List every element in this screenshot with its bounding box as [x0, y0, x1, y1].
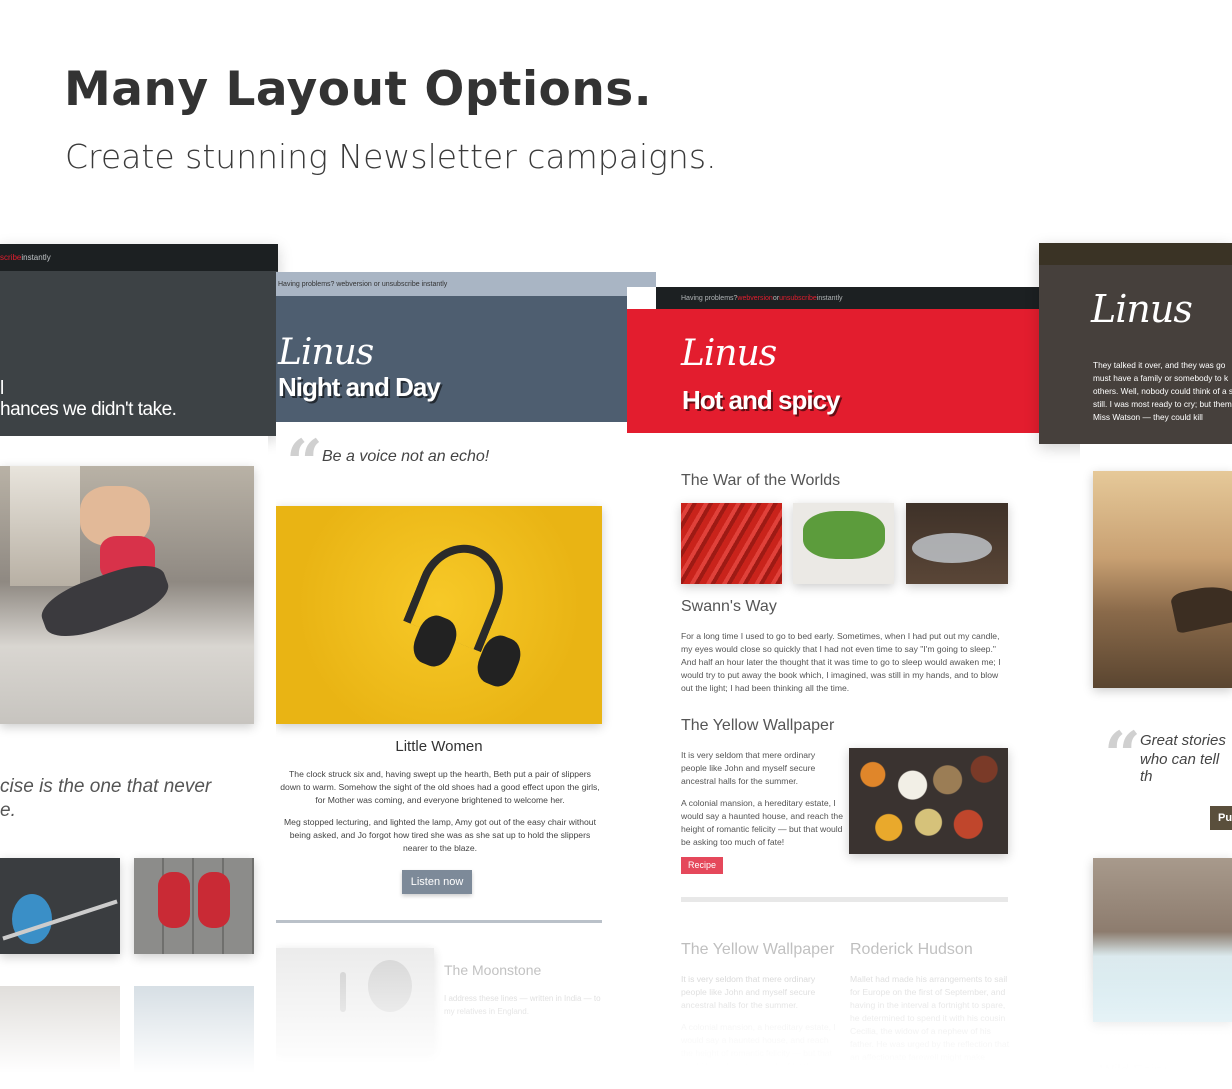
brown-quote-line2: who can tell th	[1140, 751, 1220, 785]
glove-left	[158, 872, 190, 928]
article-paragraph-2: Meg stopped lecturing, and lighted the l…	[284, 817, 596, 853]
singer-head	[368, 960, 412, 1012]
col1-title: The Yellow Wallpaper	[681, 941, 835, 958]
glove-right	[198, 872, 230, 928]
spicy-title: Hot and spicy	[682, 385, 840, 415]
moonstone-title: The Moonstone	[444, 962, 542, 978]
brown-quote-line1: Great stories	[1140, 732, 1226, 749]
wild-fairy-title: Wild Fairy	[1100, 1062, 1167, 1079]
spices-market-photo	[849, 748, 1008, 854]
stadium-photo	[134, 986, 254, 1078]
window-light	[10, 466, 80, 586]
night-header: Linus Night and Day	[276, 296, 656, 422]
night-title: Night and Day	[278, 372, 441, 402]
night-brand-logo: Linus	[278, 332, 374, 373]
article-title: Little Women	[395, 738, 483, 755]
yellow-wallpaper-p1: It is very seldom that mere ordinary peo…	[681, 750, 816, 786]
webversion-link[interactable]: webversion	[737, 295, 772, 302]
headphones-photo	[276, 506, 602, 724]
section-divider	[681, 897, 1008, 902]
brown-top-bar	[1039, 243, 1232, 265]
herb-bunch	[803, 511, 885, 559]
yellow-wallpaper-title: The Yellow Wallpaper	[681, 717, 835, 734]
quote-icon: “	[1104, 718, 1141, 793]
microphone	[340, 972, 346, 1012]
fitness-quote-line2: e.	[0, 800, 16, 821]
night-preheader-text: Having problems? webversion or unsubscri…	[278, 280, 448, 288]
moonstone-text: I address these lines — written in India…	[444, 994, 601, 1016]
spicy-brand-logo: Linus	[681, 333, 777, 374]
war-of-worlds-title: The War of the Worlds	[681, 472, 841, 489]
shipwreck	[1169, 580, 1232, 634]
night-quote: Be a voice not an echo!	[322, 448, 490, 465]
section-divider	[276, 920, 602, 923]
fitness-headline-line2: hances we didn't take.	[0, 399, 177, 420]
runner-photo	[0, 986, 120, 1078]
unsubscribe-link[interactable]: unsubscribe	[779, 295, 817, 302]
fitness-newsletter-header: scribe instantly l hances we didn't take…	[0, 244, 278, 436]
barbell-photo	[0, 858, 120, 954]
singer-photo	[276, 948, 434, 1054]
spicy-preheader: Having problems? webversion or unsubscri…	[656, 287, 1041, 309]
col1-p2: A colonial mansion, a hereditary estate,…	[681, 1022, 836, 1071]
linus-brown-newsletter-body: “ Great stories who can tell th Pu Wild …	[1080, 444, 1232, 1089]
spicy-header: Linus Hot and spicy	[627, 309, 1041, 433]
beach-cliff-photo	[1093, 858, 1232, 1022]
weight-plate	[12, 894, 52, 944]
shipwreck-sunset-photo	[1093, 471, 1232, 688]
col2-title: Roderick Hudson	[850, 941, 973, 958]
preheader-text: Having problems?	[681, 294, 738, 302]
boxing-gloves-photo	[134, 858, 254, 954]
page-subtitle: Create stunning Newsletter campaigns.	[65, 137, 717, 176]
cooking-bowl-photo	[906, 503, 1008, 584]
glass-bowl	[912, 533, 992, 563]
brown-action-button[interactable]: Pu	[1210, 806, 1232, 830]
hot-and-spicy-newsletter: Having problems? webversion or unsubscri…	[627, 287, 1041, 1089]
linus-brown-newsletter-header: Linus They talked it over, and they was …	[1039, 243, 1232, 444]
chili-peppers-photo	[681, 503, 782, 584]
fitness-preheader: scribe instantly	[0, 244, 278, 271]
preheader-text: instantly	[816, 294, 843, 302]
yellow-wallpaper-p2: A colonial mansion, a hereditary estate,…	[681, 798, 843, 847]
herbs-photo	[793, 503, 894, 584]
brown-brand-logo: Linus	[1091, 287, 1193, 331]
listen-now-button[interactable]: Listen now	[402, 870, 472, 894]
fitness-woman-photo	[0, 466, 254, 724]
col1-p1: It is very seldom that mere ordinary peo…	[681, 974, 816, 1010]
fitness-headline-line1: l	[0, 378, 5, 399]
recipe-button[interactable]: Recipe	[681, 857, 723, 874]
unsubscribe-link[interactable]: scribe	[0, 253, 21, 262]
swanns-way-title: Swann's Way	[681, 598, 777, 615]
fitness-newsletter-body: cise is the one that never e.	[0, 436, 268, 1089]
col2-text: Mallet had made his arrangements to sail…	[850, 974, 1010, 1075]
night-preheader: Having problems? webversion or unsubscri…	[276, 272, 656, 296]
quote-icon: “	[286, 426, 323, 501]
page-title: Many Layout Options.	[64, 62, 653, 117]
night-and-day-newsletter: Having problems? webversion or unsubscri…	[276, 272, 656, 1089]
swanns-way-text: For a long time I used to go to bed earl…	[681, 631, 1001, 693]
fitness-quote-line1: cise is the one that never	[0, 776, 212, 797]
preheader-text: instantly	[21, 253, 51, 262]
article-paragraph-1: The clock struck six and, having swept u…	[280, 769, 600, 805]
brown-intro-text: They talked it over, and they was go mus…	[1093, 360, 1232, 422]
